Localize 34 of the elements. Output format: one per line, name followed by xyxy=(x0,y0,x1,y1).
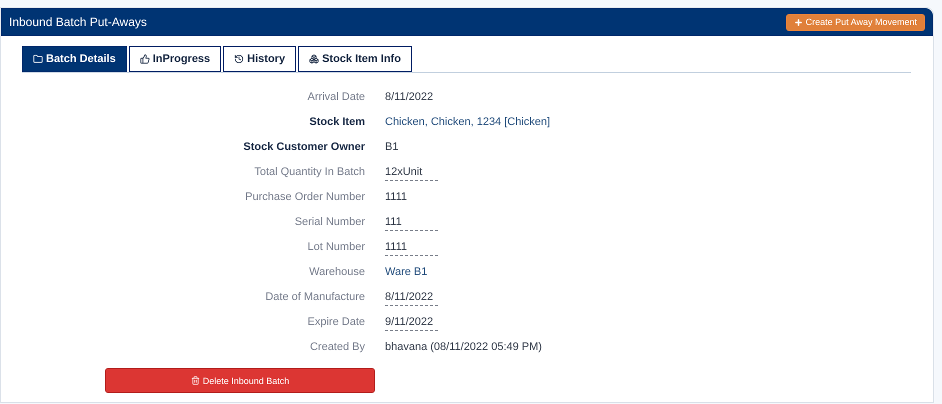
field-label: Date of Manufacture xyxy=(265,290,365,305)
field-value: Chicken, Chicken, 1234 [Chicken] xyxy=(385,115,550,130)
trash-icon xyxy=(190,376,200,385)
tab[interactable]: Stock Item Info xyxy=(298,46,412,72)
field-value: 8/11/2022 xyxy=(385,90,434,105)
field-label: Arrival Date xyxy=(308,90,365,105)
plus-icon xyxy=(794,18,803,26)
editable-value[interactable]: 1111 xyxy=(385,239,438,256)
field-value: B1 xyxy=(385,140,398,155)
field-value: bhavana (08/11/2022 05:49 PM) xyxy=(385,340,542,355)
field-label: Purchase Order Number xyxy=(245,190,365,205)
folder-icon xyxy=(33,54,43,64)
field-label: Stock Item xyxy=(309,115,365,130)
field-value: 1111 xyxy=(385,190,408,205)
field-label: Total Quantity In Batch xyxy=(254,165,365,180)
field-label: Warehouse xyxy=(309,265,365,280)
field-value: Ware B1 xyxy=(385,265,428,280)
field-label: Stock Customer Owner xyxy=(243,140,365,155)
editable-value[interactable]: 8/11/2022 xyxy=(385,289,438,306)
editable-value[interactable]: 9/11/2022 xyxy=(385,314,438,331)
field-label: Expire Date xyxy=(308,315,365,330)
panel-title: Inbound Batch Put-Aways xyxy=(9,15,147,29)
boxes-icon xyxy=(309,54,320,64)
thumbs-up-icon xyxy=(140,54,150,64)
history-icon xyxy=(234,54,244,64)
field-label: Lot Number xyxy=(308,240,365,255)
editable-value[interactable]: 12xUnit xyxy=(385,164,438,181)
tab[interactable]: InProgress xyxy=(128,46,222,72)
editable-value[interactable]: 111 xyxy=(385,214,438,231)
tab[interactable]: History xyxy=(223,46,296,72)
tab[interactable]: Batch Details xyxy=(22,46,127,72)
field-label: Serial Number xyxy=(294,215,365,230)
field-label: Created By xyxy=(310,340,365,355)
delete-button[interactable]: Delete Inbound Batch xyxy=(105,368,375,393)
